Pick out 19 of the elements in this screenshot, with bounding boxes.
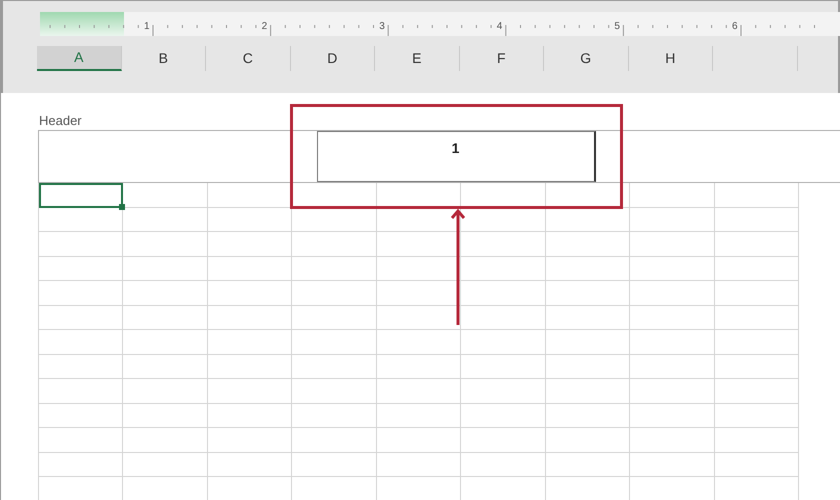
fill-handle-icon[interactable] xyxy=(119,204,126,210)
ruler-number: 2 xyxy=(262,21,268,32)
column-header[interactable]: A xyxy=(37,46,122,71)
ruler-number: 3 xyxy=(379,21,385,32)
column-header[interactable]: D xyxy=(290,46,375,71)
header-center-field[interactable]: 1 xyxy=(316,131,596,182)
ruler-number: 1 xyxy=(144,21,150,32)
ruler-number: 4 xyxy=(496,21,502,32)
header-label: Header xyxy=(39,113,83,129)
ruler-number: 5 xyxy=(614,21,620,32)
column-header[interactable]: G xyxy=(544,46,628,71)
column-header[interactable]: F xyxy=(460,46,544,71)
header-area[interactable]: 1 xyxy=(38,130,840,183)
column-header[interactable]: B xyxy=(122,46,206,71)
column-header[interactable]: C xyxy=(206,46,290,71)
ruler-number: 6 xyxy=(732,21,738,32)
cell[interactable] xyxy=(39,183,124,208)
column-header[interactable]: E xyxy=(375,46,460,71)
column-header[interactable]: H xyxy=(628,46,713,71)
